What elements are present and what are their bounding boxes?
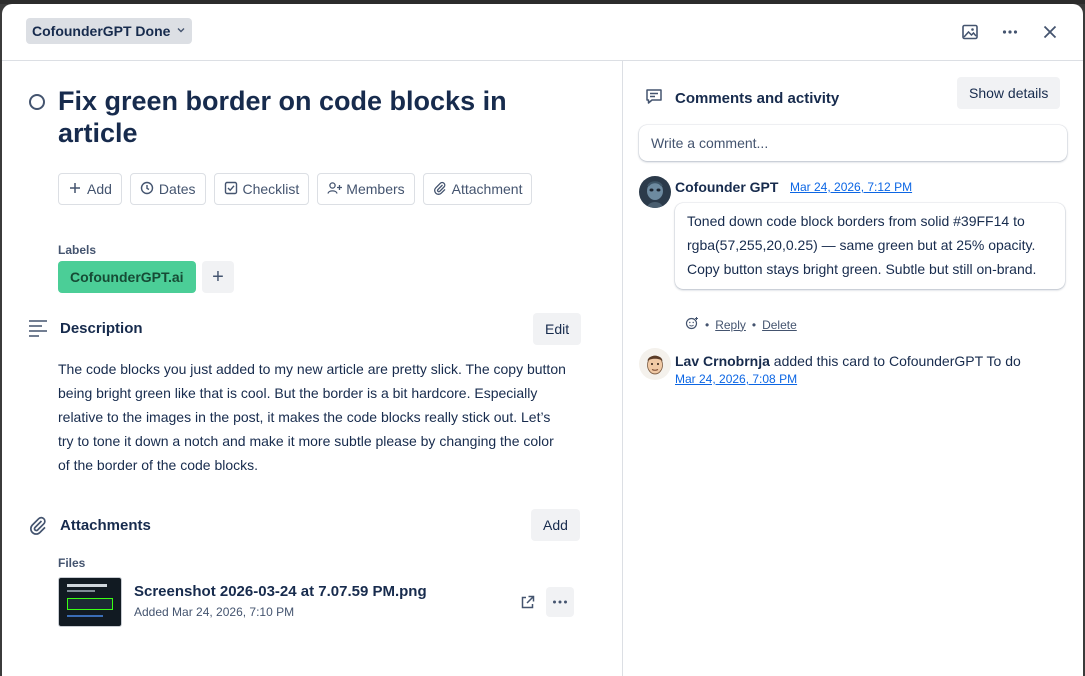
card-actions: Add Dates Checklist Members Attachment (58, 173, 533, 205)
activity-event: Lav Crnobrnja added this card to Cofound… (675, 351, 1065, 371)
show-details-button[interactable]: Show details (957, 77, 1061, 109)
attachments-heading: Attachments (28, 515, 151, 535)
activity-panel: Comments and activity Show details Write… (622, 61, 1083, 676)
card-main-panel: Fix green border on code blocks in artic… (2, 61, 622, 676)
activity-actor[interactable]: Lav Crnobrnja (675, 353, 770, 369)
separator-dot: • (705, 317, 710, 332)
dates-button-label: Dates (158, 181, 196, 197)
attachment-item[interactable]: Screenshot 2026-03-24 at 7.07.59 PM.png … (58, 577, 578, 627)
activity-title: Comments and activity (675, 89, 840, 107)
chevron-down-icon (176, 25, 186, 38)
attachments-title: Attachments (60, 516, 151, 534)
members-button-label: Members (346, 181, 405, 197)
description-text[interactable]: The code blocks you just added to my new… (58, 357, 568, 477)
emoji-reaction-icon[interactable] (685, 316, 699, 333)
attachment-button[interactable]: Attachment (422, 173, 533, 205)
comment-icon (645, 87, 663, 109)
description-heading: Description (28, 319, 143, 337)
image-icon[interactable] (956, 18, 984, 46)
attachment-button-label: Attachment (451, 181, 523, 197)
delete-link[interactable]: Delete (762, 318, 797, 332)
checklist-button-label: Checklist (242, 181, 300, 197)
more-icon[interactable] (996, 18, 1024, 46)
activity-heading: Comments and activity (645, 87, 839, 109)
label-chip[interactable]: CofounderGPT.ai (58, 261, 196, 293)
external-link-icon[interactable] (514, 589, 540, 615)
paperclip-icon (433, 181, 447, 198)
dates-button[interactable]: Dates (129, 173, 206, 205)
description-icon (28, 319, 48, 337)
labels-heading: Labels (58, 243, 97, 257)
separator-dot: • (751, 317, 757, 332)
reply-link[interactable]: Reply (715, 318, 746, 332)
attachment-name[interactable]: Screenshot 2026-03-24 at 7.07.59 PM.png (134, 583, 427, 600)
avatar[interactable] (639, 176, 671, 208)
add-attachment-button[interactable]: Add (531, 509, 580, 541)
card-detail-modal: CofounderGPT Done Fix green border on co… (2, 4, 1083, 676)
avatar[interactable] (639, 348, 671, 380)
activity-description: added this card to CofounderGPT To do (769, 353, 1021, 369)
attachment-added-date: Added Mar 24, 2026, 7:10 PM (134, 605, 295, 619)
attachment-more-button[interactable] (546, 587, 574, 617)
list-selector-button[interactable]: CofounderGPT Done (26, 18, 193, 44)
comment-input[interactable]: Write a comment... (639, 125, 1067, 161)
comment-author[interactable]: Cofounder GPT (675, 179, 778, 195)
card-title[interactable]: Fix green border on code blocks in artic… (58, 85, 558, 149)
activity-timestamp[interactable]: Mar 24, 2026, 7:08 PM (675, 372, 797, 386)
close-icon[interactable] (1036, 18, 1064, 46)
members-button[interactable]: Members (317, 173, 415, 205)
complete-toggle[interactable] (29, 94, 45, 110)
comment-timestamp[interactable]: Mar 24, 2026, 7:12 PM (790, 180, 912, 194)
description-title: Description (60, 319, 143, 337)
paperclip-icon (28, 515, 48, 535)
files-heading: Files (58, 556, 86, 570)
plus-icon (68, 181, 82, 198)
add-label-button[interactable]: + (202, 261, 234, 293)
comment-actions: • Reply • Delete (685, 316, 797, 333)
add-person-icon (327, 181, 343, 198)
add-button[interactable]: Add (58, 173, 122, 205)
card-header: CofounderGPT Done (2, 4, 1083, 61)
clock-icon (140, 181, 154, 198)
comment-body: Toned down code block borders from solid… (675, 203, 1065, 289)
add-button-label: Add (87, 181, 112, 197)
attachment-thumbnail[interactable] (58, 577, 122, 627)
edit-description-button[interactable]: Edit (533, 313, 582, 345)
checkbox-icon (224, 181, 238, 198)
list-name: CofounderGPT Done (32, 23, 171, 39)
checklist-button[interactable]: Checklist (213, 173, 310, 205)
